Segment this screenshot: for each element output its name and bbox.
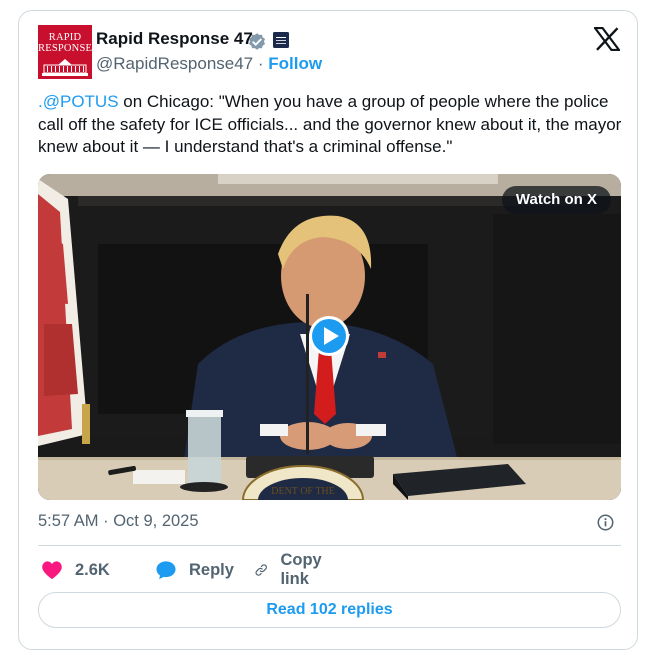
- info-icon[interactable]: [597, 514, 614, 531]
- author-handle-row: @RapidResponse47 · Follow: [96, 54, 322, 74]
- avatar-text-line1: RAPID: [48, 32, 82, 43]
- heart-icon: [42, 561, 62, 580]
- copy-link-label: Copy link: [280, 551, 322, 588]
- verified-badge-icon: [249, 33, 265, 50]
- potus-mention-link[interactable]: .@POTUS: [38, 92, 119, 111]
- tweet-text: .@POTUS on Chicago: "When you have a gro…: [38, 91, 628, 159]
- tweet-date: Oct 9, 2025: [113, 512, 199, 530]
- tweet-timestamp[interactable]: 5:57 AM · Oct 9, 2025: [38, 512, 199, 531]
- tweet-body-text: on Chicago: "When you have a group of pe…: [38, 92, 622, 156]
- footer-divider: [38, 545, 621, 546]
- like-button[interactable]: 2.6K: [41, 557, 110, 583]
- watch-on-x-button[interactable]: Watch on X: [501, 186, 611, 214]
- tweet-time: 5:57 AM: [38, 512, 99, 530]
- link-icon: [255, 564, 267, 576]
- reply-label: Reply: [189, 560, 234, 579]
- handle-separator: ·: [257, 54, 264, 73]
- author-handle[interactable]: @RapidResponse47: [96, 54, 253, 73]
- copy-link-button[interactable]: Copy link: [254, 551, 329, 588]
- time-date-separator: ·: [98, 512, 114, 530]
- x-logo-icon[interactable]: [594, 27, 620, 51]
- read-replies-button[interactable]: Read 102 replies: [38, 592, 621, 628]
- presidential-seal-text: DENT OF THE: [271, 486, 335, 497]
- play-icon[interactable]: [308, 315, 350, 357]
- tweet-video[interactable]: DENT OF THE Watch on X: [38, 174, 621, 500]
- author-display-name[interactable]: Rapid Response 47: [96, 29, 253, 49]
- government-flag-icon: [273, 32, 289, 48]
- like-count: 2.6K: [75, 560, 110, 579]
- reply-bubble-icon: [156, 561, 176, 580]
- reply-button[interactable]: Reply: [155, 557, 234, 583]
- avatar-text-line2: RESPONSE: [38, 43, 92, 54]
- author-avatar[interactable]: RAPID RESPONSE: [38, 25, 92, 79]
- follow-button[interactable]: Follow: [268, 54, 322, 73]
- tweet-card: RAPID RESPONSE Rapid Response 47 @RapidR…: [18, 10, 638, 650]
- white-house-logo-icon: [42, 59, 88, 76]
